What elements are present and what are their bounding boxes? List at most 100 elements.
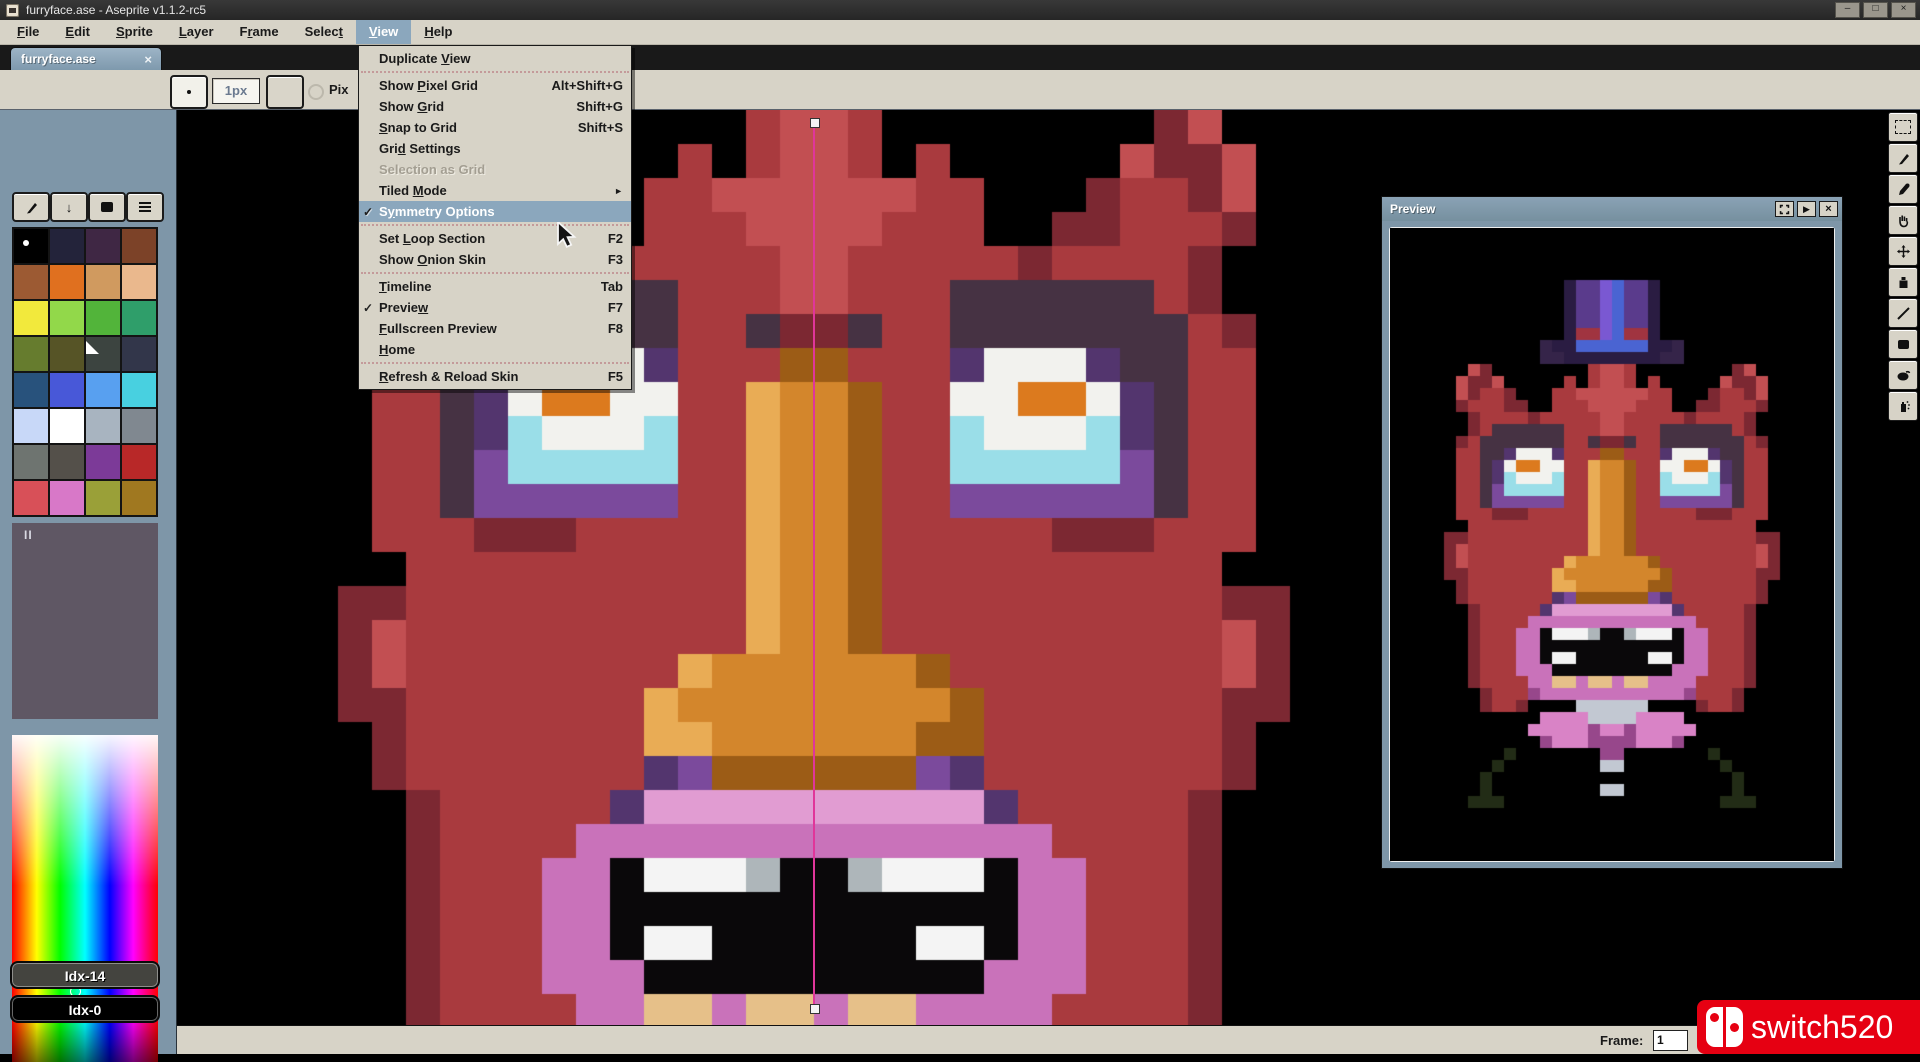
tool-paint-bucket[interactable] [1888, 267, 1918, 297]
tool-rectangle[interactable] [1888, 329, 1918, 359]
preview-window[interactable]: Preview ▶× [1381, 196, 1843, 869]
palette-swatch[interactable] [86, 373, 120, 407]
menu-item-preview[interactable]: ✓PreviewF7 [359, 297, 631, 318]
menu-item-refresh-reload-skin[interactable]: Refresh & Reload SkinF5 [359, 366, 631, 387]
menu-item-fullscreen-preview[interactable]: Fullscreen PreviewF8 [359, 318, 631, 339]
menubar-item-edit[interactable]: Edit [52, 20, 103, 44]
menubar-item-frame[interactable]: Frame [227, 20, 292, 44]
menu-item-timeline[interactable]: TimelineTab [359, 276, 631, 297]
menubar-item-select[interactable]: Select [292, 20, 356, 44]
palette-swatch[interactable] [86, 265, 120, 299]
tool-eyedropper[interactable] [1888, 174, 1918, 204]
symmetry-handle-top[interactable] [810, 118, 820, 128]
frame-label: Frame: [1600, 1033, 1643, 1048]
menu-item-set-loop-section[interactable]: Set Loop SectionF2 [359, 228, 631, 249]
tool-rectangular-marquee[interactable] [1888, 112, 1918, 142]
preview-center-button[interactable] [1775, 201, 1794, 217]
palette-swatch[interactable] [14, 481, 48, 515]
tool-pencil[interactable] [1888, 143, 1918, 173]
preview-viewport[interactable] [1389, 227, 1835, 862]
palette-swatch[interactable] [86, 301, 120, 335]
palette-swatch[interactable] [86, 481, 120, 515]
symmetry-handle-bottom[interactable] [810, 1004, 820, 1014]
menu-item-snap-to-grid[interactable]: Snap to GridShift+S [359, 117, 631, 138]
palette-swatch[interactable] [122, 445, 156, 479]
palette-swatch[interactable] [50, 265, 84, 299]
palette-swatch[interactable] [50, 409, 84, 443]
sort-colors-button[interactable]: ↓ [50, 192, 88, 222]
menu-item-home[interactable]: Home [359, 339, 631, 360]
window-maximize-button[interactable]: □ [1863, 2, 1888, 18]
palette-swatch[interactable] [50, 301, 84, 335]
menu-item-selection-as-grid[interactable]: Selection as Grid [359, 159, 631, 180]
pixel-perfect-label: Pix [329, 82, 349, 97]
menu-item-show-grid[interactable]: Show GridShift+G [359, 96, 631, 117]
brush-dot-icon [187, 90, 191, 94]
palette-swatch[interactable] [14, 301, 48, 335]
menu-item-duplicate-view[interactable]: Duplicate View [359, 48, 631, 69]
ink-type-button[interactable] [266, 75, 304, 109]
palette-swatch[interactable] [14, 229, 48, 263]
background-color-button[interactable]: Idx-0 [10, 995, 160, 1023]
tool-spray[interactable] [1888, 391, 1918, 421]
palette-swatch[interactable] [86, 337, 120, 371]
document-tab[interactable]: furryface.ase × [10, 47, 162, 70]
window-close-button[interactable]: × [1891, 2, 1916, 18]
menubar-item-sprite[interactable]: Sprite [103, 20, 166, 44]
tool-hand[interactable] [1888, 205, 1918, 235]
tab-close-icon[interactable]: × [144, 52, 152, 67]
edit-palette-button[interactable] [12, 192, 50, 222]
palette-swatch[interactable] [14, 265, 48, 299]
tab-bar [0, 45, 1920, 70]
menu-item-symmetry-options[interactable]: ✓Symmetry Options [359, 201, 631, 222]
palette-swatch[interactable] [50, 373, 84, 407]
brush-size-field[interactable]: 1px [212, 78, 260, 104]
menu-item-tiled-mode[interactable]: Tiled Mode► [359, 180, 631, 201]
palette-swatch[interactable] [14, 337, 48, 371]
foreground-color-button[interactable]: Idx-14 [10, 961, 160, 989]
palette-swatch[interactable] [122, 301, 156, 335]
preview-play-button[interactable]: ▶ [1797, 201, 1816, 217]
preview-title-label: Preview [1390, 202, 1435, 216]
menubar-item-file[interactable]: File [4, 20, 52, 44]
tool-line[interactable] [1888, 298, 1918, 328]
menu-item-label: Grid Settings [379, 141, 461, 156]
palette-swatch[interactable] [86, 445, 120, 479]
rectangle-icon [1896, 337, 1911, 352]
palette-swatch[interactable] [86, 409, 120, 443]
tool-move[interactable] [1888, 236, 1918, 266]
menubar-item-layer[interactable]: Layer [166, 20, 227, 44]
menu-item-grid-settings[interactable]: Grid Settings [359, 138, 631, 159]
palette-swatch[interactable] [50, 481, 84, 515]
menubar-item-help[interactable]: Help [411, 20, 465, 44]
palette-swatch[interactable] [14, 373, 48, 407]
palette-swatch[interactable] [122, 229, 156, 263]
pixel-perfect-checkbox[interactable] [308, 84, 324, 100]
palette-swatch[interactable] [14, 409, 48, 443]
tool-contour[interactable] [1888, 360, 1918, 390]
palette-options-button[interactable] [126, 192, 164, 222]
frame-number-field[interactable]: 1 [1653, 1030, 1688, 1051]
palette-swatch[interactable] [122, 409, 156, 443]
watermark-text: switch520 [1751, 1009, 1893, 1046]
palette-swatch[interactable] [86, 229, 120, 263]
brush-preview-button[interactable] [170, 75, 208, 109]
palette-resize-handle[interactable]: II [24, 528, 33, 542]
status-bar: Frame: 1 [177, 1025, 1920, 1054]
menu-item-show-onion-skin[interactable]: Show Onion SkinF3 [359, 249, 631, 270]
palette-presets-button[interactable] [88, 192, 126, 222]
palette-swatch[interactable] [14, 445, 48, 479]
palette-swatch[interactable] [50, 337, 84, 371]
menu-item-show-pixel-grid[interactable]: Show Pixel GridAlt+Shift+G [359, 75, 631, 96]
palette-swatch[interactable] [122, 265, 156, 299]
palette-swatch[interactable] [122, 373, 156, 407]
palette-swatch[interactable] [50, 445, 84, 479]
palette-swatch[interactable] [50, 229, 84, 263]
preview-title-bar[interactable]: Preview ▶× [1382, 197, 1842, 221]
menubar-item-view[interactable]: View [356, 20, 411, 44]
menu-item-label: Duplicate View [379, 51, 471, 66]
palette-swatch[interactable] [122, 337, 156, 371]
preview-close-button[interactable]: × [1819, 201, 1838, 217]
window-minimize-button[interactable]: – [1835, 2, 1860, 18]
palette-swatch[interactable] [122, 481, 156, 515]
